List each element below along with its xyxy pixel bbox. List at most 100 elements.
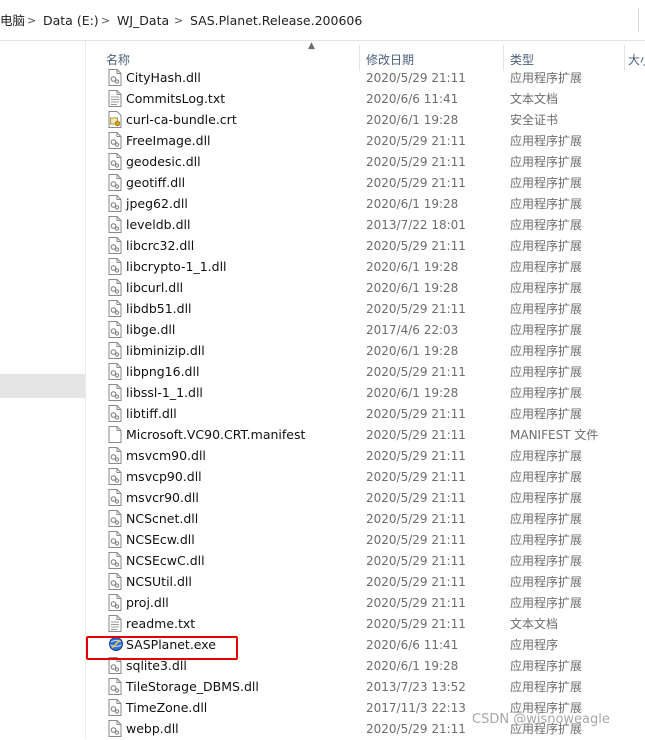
dll-icon bbox=[108, 699, 122, 716]
file-row[interactable]: proj.dll 2020/5/29 21:11 应用程序扩展 bbox=[86, 592, 645, 613]
file-row[interactable]: libcrc32.dll 2020/5/29 21:11 应用程序扩展 bbox=[86, 235, 645, 256]
file-name[interactable]: readme.txt bbox=[126, 615, 195, 633]
file-date: 2020/5/29 21:11 bbox=[366, 617, 466, 631]
dll-icon bbox=[108, 279, 122, 296]
file-row[interactable]: NCSEcw.dll 2020/5/29 21:11 应用程序扩展 bbox=[86, 529, 645, 550]
file-type: MANIFEST 文件 bbox=[510, 428, 599, 442]
file-date: 2020/5/29 21:11 bbox=[366, 71, 466, 85]
file-type: 应用程序扩展 bbox=[510, 680, 583, 694]
file-type: 应用程序扩展 bbox=[510, 323, 583, 337]
file-row[interactable]: NCSEcwC.dll 2020/5/29 21:11 应用程序扩展 bbox=[86, 550, 645, 571]
file-type: 文本文档 bbox=[510, 617, 559, 631]
file-row[interactable]: NCSUtil.dll 2020/5/29 21:11 应用程序扩展 bbox=[86, 571, 645, 592]
file-name[interactable]: libdb51.dll bbox=[126, 300, 192, 318]
file-name[interactable]: curl-ca-bundle.crt bbox=[126, 111, 237, 129]
file-name[interactable]: TimeZone.dll bbox=[126, 699, 207, 717]
file-name[interactable]: geotiff.dll bbox=[126, 174, 185, 192]
file-row[interactable]: geodesic.dll 2020/5/29 21:11 应用程序扩展 bbox=[86, 151, 645, 172]
file-row[interactable]: msvcp90.dll 2020/5/29 21:11 应用程序扩展 bbox=[86, 466, 645, 487]
highlight-box bbox=[86, 636, 238, 660]
file-row[interactable]: FreeImage.dll 2020/5/29 21:11 应用程序扩展 bbox=[86, 130, 645, 151]
file-row[interactable]: msvcr90.dll 2020/5/29 21:11 应用程序扩展 bbox=[86, 487, 645, 508]
file-type: 应用程序扩展 bbox=[510, 155, 583, 169]
file-type: 应用程序扩展 bbox=[510, 218, 583, 232]
dll-icon bbox=[108, 573, 122, 590]
file-row[interactable]: jpeg62.dll 2020/6/1 19:28 应用程序扩展 bbox=[86, 193, 645, 214]
breadcrumb-item-computer[interactable]: 电脑 bbox=[0, 12, 25, 30]
file-type: 应用程序扩展 bbox=[510, 512, 583, 526]
file-row[interactable]: libpng16.dll 2020/5/29 21:11 应用程序扩展 bbox=[86, 361, 645, 382]
file-row[interactable]: CommitsLog.txt 2020/6/6 11:41 文本文档 bbox=[86, 88, 645, 109]
file-row[interactable]: libminizip.dll 2020/6/1 19:28 应用程序扩展 bbox=[86, 340, 645, 361]
file-date: 2020/6/1 19:28 bbox=[366, 260, 459, 274]
dll-icon bbox=[108, 342, 122, 359]
file-row[interactable]: msvcm90.dll 2020/5/29 21:11 应用程序扩展 bbox=[86, 445, 645, 466]
file-row[interactable]: readme.txt 2020/5/29 21:11 文本文档 bbox=[86, 613, 645, 634]
file-name[interactable]: NCSUtil.dll bbox=[126, 573, 192, 591]
file-name[interactable]: TileStorage_DBMS.dll bbox=[126, 678, 259, 696]
file-name[interactable]: FreeImage.dll bbox=[126, 132, 211, 150]
file-type: 应用程序扩展 bbox=[510, 197, 583, 211]
file-name[interactable]: libcrc32.dll bbox=[126, 237, 194, 255]
dll-icon bbox=[108, 363, 122, 380]
file-name[interactable]: msvcm90.dll bbox=[126, 447, 206, 465]
file-row[interactable]: libcurl.dll 2020/6/1 19:28 应用程序扩展 bbox=[86, 277, 645, 298]
file-type: 应用程序扩展 bbox=[510, 134, 583, 148]
file-date: 2020/5/29 21:11 bbox=[366, 575, 466, 589]
file-name[interactable]: NCSEcw.dll bbox=[126, 531, 195, 549]
file-date: 2020/5/29 21:11 bbox=[366, 407, 466, 421]
chevron-right-icon[interactable]: > bbox=[174, 12, 183, 30]
navigation-pane[interactable] bbox=[0, 41, 85, 739]
breadcrumb-item-wj-data[interactable]: WJ_Data bbox=[117, 12, 169, 30]
file-row[interactable]: libge.dll 2017/4/6 22:03 应用程序扩展 bbox=[86, 319, 645, 340]
file-name[interactable]: NCSEcwC.dll bbox=[126, 552, 205, 570]
address-bar[interactable]: 电脑 > Data (E:) > WJ_Data > SAS.Planet.Re… bbox=[0, 0, 645, 41]
file-type: 应用程序扩展 bbox=[510, 554, 583, 568]
file-name[interactable]: NCScnet.dll bbox=[126, 510, 198, 528]
file-type: 应用程序扩展 bbox=[510, 71, 583, 85]
file-date: 2020/6/6 11:41 bbox=[366, 638, 459, 652]
file-name[interactable]: webp.dll bbox=[126, 720, 179, 738]
file-row[interactable]: libssl-1_1.dll 2020/6/1 19:28 应用程序扩展 bbox=[86, 382, 645, 403]
file-name[interactable]: Microsoft.VC90.CRT.manifest bbox=[126, 426, 305, 444]
file-name[interactable]: jpeg62.dll bbox=[126, 195, 188, 213]
file-name[interactable]: CommitsLog.txt bbox=[126, 90, 225, 108]
file-date: 2020/6/6 11:41 bbox=[366, 92, 459, 106]
watermark: CSDN @wisnoweagle bbox=[472, 712, 610, 727]
file-row[interactable]: libdb51.dll 2020/5/29 21:11 应用程序扩展 bbox=[86, 298, 645, 319]
dll-icon bbox=[108, 531, 122, 548]
file-row[interactable]: geotiff.dll 2020/5/29 21:11 应用程序扩展 bbox=[86, 172, 645, 193]
file-name[interactable]: libpng16.dll bbox=[126, 363, 199, 381]
file-name[interactable]: geodesic.dll bbox=[126, 153, 201, 171]
file-name[interactable]: libminizip.dll bbox=[126, 342, 205, 360]
breadcrumb-item-drive[interactable]: Data (E:) bbox=[43, 12, 99, 30]
file-row[interactable]: leveldb.dll 2013/7/22 18:01 应用程序扩展 bbox=[86, 214, 645, 235]
file-row[interactable]: curl-ca-bundle.crt 2020/6/1 19:28 安全证书 bbox=[86, 109, 645, 130]
breadcrumb-item-current-folder[interactable]: SAS.Planet.Release.200606 bbox=[190, 12, 362, 30]
dll-icon bbox=[108, 300, 122, 317]
file-row[interactable]: CityHash.dll 2020/5/29 21:11 应用程序扩展 bbox=[86, 67, 645, 88]
file-name[interactable]: msvcp90.dll bbox=[126, 468, 202, 486]
file-name[interactable]: libcurl.dll bbox=[126, 279, 183, 297]
file-name[interactable]: CityHash.dll bbox=[126, 69, 201, 87]
file-name[interactable]: libtiff.dll bbox=[126, 405, 177, 423]
file-date: 2013/7/22 18:01 bbox=[366, 218, 466, 232]
chevron-right-icon[interactable]: > bbox=[27, 12, 36, 30]
file-name[interactable]: leveldb.dll bbox=[126, 216, 190, 234]
file-name[interactable]: libge.dll bbox=[126, 321, 175, 339]
file-name[interactable]: libcrypto-1_1.dll bbox=[126, 258, 227, 276]
nav-selected-item[interactable] bbox=[0, 374, 85, 398]
file-row[interactable]: libcrypto-1_1.dll 2020/6/1 19:28 应用程序扩展 bbox=[86, 256, 645, 277]
dll-icon bbox=[108, 216, 122, 233]
file-row[interactable]: Microsoft.VC90.CRT.manifest 2020/5/29 21:… bbox=[86, 424, 645, 445]
file-row[interactable]: libtiff.dll 2020/5/29 21:11 应用程序扩展 bbox=[86, 403, 645, 424]
file-name[interactable]: proj.dll bbox=[126, 594, 169, 612]
file-row[interactable]: NCScnet.dll 2020/5/29 21:11 应用程序扩展 bbox=[86, 508, 645, 529]
file-date: 2020/5/29 21:11 bbox=[366, 365, 466, 379]
file-name[interactable]: libssl-1_1.dll bbox=[126, 384, 203, 402]
file-date: 2017/4/6 22:03 bbox=[366, 323, 459, 337]
file-date: 2020/6/1 19:28 bbox=[366, 344, 459, 358]
file-row[interactable]: TileStorage_DBMS.dll 2013/7/23 13:52 应用程序扩… bbox=[86, 676, 645, 697]
chevron-right-icon[interactable]: > bbox=[101, 12, 110, 30]
file-name[interactable]: msvcr90.dll bbox=[126, 489, 199, 507]
